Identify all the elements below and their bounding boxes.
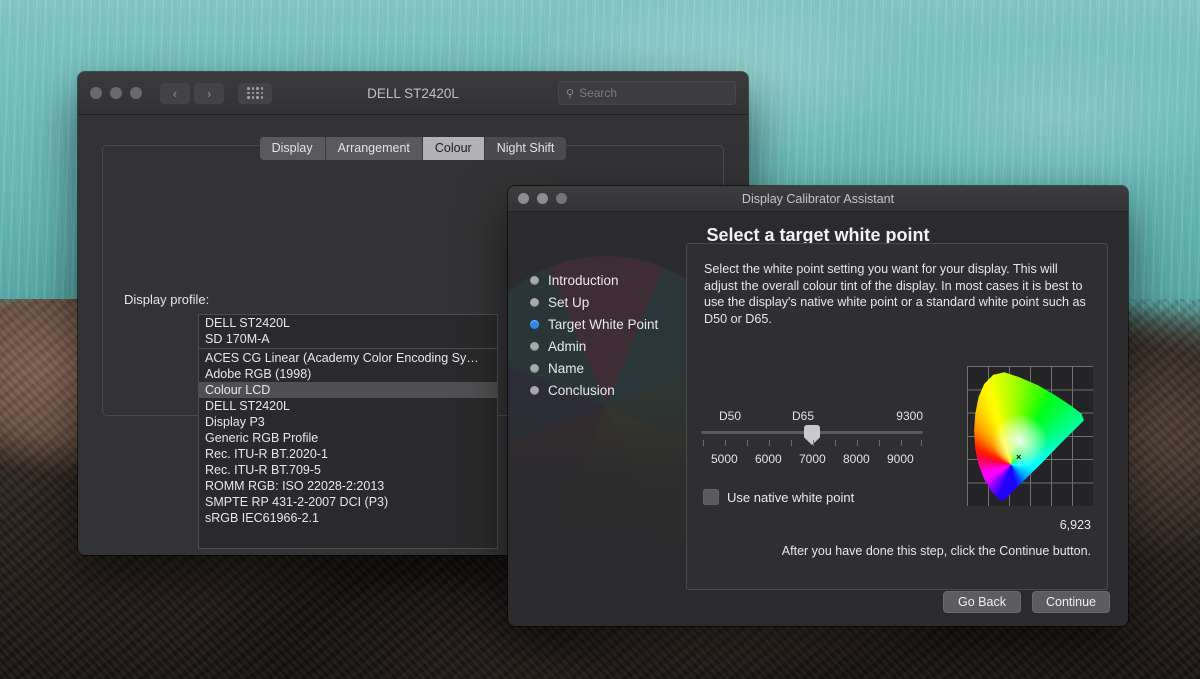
tab-colour[interactable]: Colour <box>422 137 484 160</box>
list-item-selected[interactable]: Colour LCD <box>199 382 497 398</box>
step-label: Conclusion <box>548 383 615 398</box>
calibrator-window-title: Display Calibrator Assistant <box>508 192 1128 206</box>
step-label: Introduction <box>548 273 619 288</box>
show-all-grid-icon[interactable] <box>238 83 272 104</box>
bullet-icon <box>530 386 539 395</box>
cie-chromaticity-diagram: × <box>967 366 1093 506</box>
display-profile-label: Display profile: <box>124 292 209 307</box>
after-step-note: After you have done this step, click the… <box>687 544 1091 558</box>
go-back-button[interactable]: Go Back <box>943 591 1021 613</box>
instructions-text: Select the white point setting you want … <box>704 261 1086 327</box>
sidebar-item-conclusion[interactable]: Conclusion <box>530 379 658 401</box>
list-item[interactable]: ROMM RGB: ISO 22028-2:2013 <box>199 478 497 494</box>
slider-label-d50: D50 <box>719 409 741 423</box>
calibrator-titlebar[interactable]: Display Calibrator Assistant <box>508 186 1128 212</box>
slider-tick-9000: 9000 <box>887 452 914 466</box>
cie-white-point-marker: × <box>1016 453 1021 462</box>
minimize-button-icon[interactable] <box>537 193 548 204</box>
bullet-icon <box>530 342 539 351</box>
traffic-lights[interactable] <box>90 87 142 99</box>
close-button-icon[interactable] <box>518 193 529 204</box>
slider-tick-8000: 8000 <box>843 452 870 466</box>
list-item[interactable]: sRGB IEC61966-2.1 <box>199 510 497 526</box>
step-label: Admin <box>548 339 586 354</box>
bullet-icon <box>530 276 539 285</box>
step-label: Name <box>548 361 584 376</box>
sidebar-item-admin[interactable]: Admin <box>530 335 658 357</box>
list-item[interactable]: ACES CG Linear (Academy Color Encoding S… <box>199 350 497 366</box>
slider-tick-7000: 7000 <box>799 452 826 466</box>
list-separator <box>199 348 497 349</box>
content-panel: Select the white point setting you want … <box>686 243 1108 590</box>
tab-display[interactable]: Display <box>260 137 325 160</box>
slider-label-d65: D65 <box>792 409 814 423</box>
displays-titlebar[interactable]: ‹ › DELL ST2420L ⚲ Search <box>78 72 748 115</box>
bullet-icon <box>530 364 539 373</box>
use-native-white-point-label: Use native white point <box>727 490 854 505</box>
list-item[interactable]: SD 170M-A <box>199 331 497 347</box>
tab-arrangement[interactable]: Arrangement <box>325 137 422 160</box>
bullet-icon <box>530 298 539 307</box>
slider-bottom-labels: 5000 6000 7000 8000 9000 <box>701 452 923 468</box>
display-profile-list[interactable]: DELL ST2420L SD 170M-A ACES CG Linear (A… <box>198 314 498 549</box>
slider-label-9300: 9300 <box>896 409 923 423</box>
sidebar-item-target-white-point[interactable]: Target White Point <box>530 313 658 335</box>
list-item[interactable]: SMPTE RP 431-2-2007 DCI (P3) <box>199 494 497 510</box>
search-field[interactable]: ⚲ Search <box>558 81 736 105</box>
zoom-button-icon[interactable] <box>556 193 567 204</box>
nav-buttons[interactable]: ‹ › <box>160 83 224 104</box>
forward-icon[interactable]: › <box>194 83 224 104</box>
calibrator-buttons[interactable]: Go Back Continue <box>943 591 1110 613</box>
list-item[interactable]: Rec. ITU-R BT.709-5 <box>199 462 497 478</box>
close-button-icon[interactable] <box>90 87 102 99</box>
slider-ticks <box>701 440 923 448</box>
slider-tick-5000: 5000 <box>711 452 738 466</box>
traffic-lights[interactable] <box>518 193 567 204</box>
search-placeholder: Search <box>579 86 617 100</box>
white-point-slider[interactable]: D50 D65 9300 5000 6000 7000 8000 9000 <box>701 409 923 425</box>
list-item[interactable]: DELL ST2420L <box>199 398 497 414</box>
sidebar-item-introduction[interactable]: Introduction <box>530 269 658 291</box>
grid-icon-dots <box>247 87 263 99</box>
checkbox-icon[interactable] <box>703 489 719 505</box>
step-label: Target White Point <box>548 317 658 332</box>
slider-tick-6000: 6000 <box>755 452 782 466</box>
steps-sidebar: Introduction Set Up Target White Point A… <box>530 269 658 401</box>
search-icon: ⚲ <box>566 87 574 100</box>
zoom-button-icon[interactable] <box>130 87 142 99</box>
sidebar-item-set-up[interactable]: Set Up <box>530 291 658 313</box>
list-item[interactable]: Generic RGB Profile <box>199 430 497 446</box>
slider-top-labels: D50 D65 9300 <box>701 409 923 425</box>
list-item[interactable]: Adobe RGB (1998) <box>199 366 497 382</box>
bullet-icon-active <box>530 320 539 329</box>
display-calibrator-assistant-window[interactable]: Display Calibrator Assistant Select a ta… <box>508 186 1128 626</box>
list-item[interactable]: Rec. ITU-R BT.2020-1 <box>199 446 497 462</box>
white-point-value: 6,923 <box>1060 518 1091 532</box>
calibrator-body: Select a target white point Introduction… <box>508 212 1128 626</box>
list-item[interactable]: DELL ST2420L <box>199 315 497 331</box>
back-icon[interactable]: ‹ <box>160 83 190 104</box>
tab-night-shift[interactable]: Night Shift <box>484 137 567 160</box>
use-native-white-point-checkbox[interactable]: Use native white point <box>703 489 854 505</box>
continue-button[interactable]: Continue <box>1032 591 1110 613</box>
list-item[interactable]: Display P3 <box>199 414 497 430</box>
sidebar-item-name[interactable]: Name <box>530 357 658 379</box>
minimize-button-icon[interactable] <box>110 87 122 99</box>
step-label: Set Up <box>548 295 589 310</box>
tab-bar[interactable]: Display Arrangement Colour Night Shift <box>78 137 748 160</box>
